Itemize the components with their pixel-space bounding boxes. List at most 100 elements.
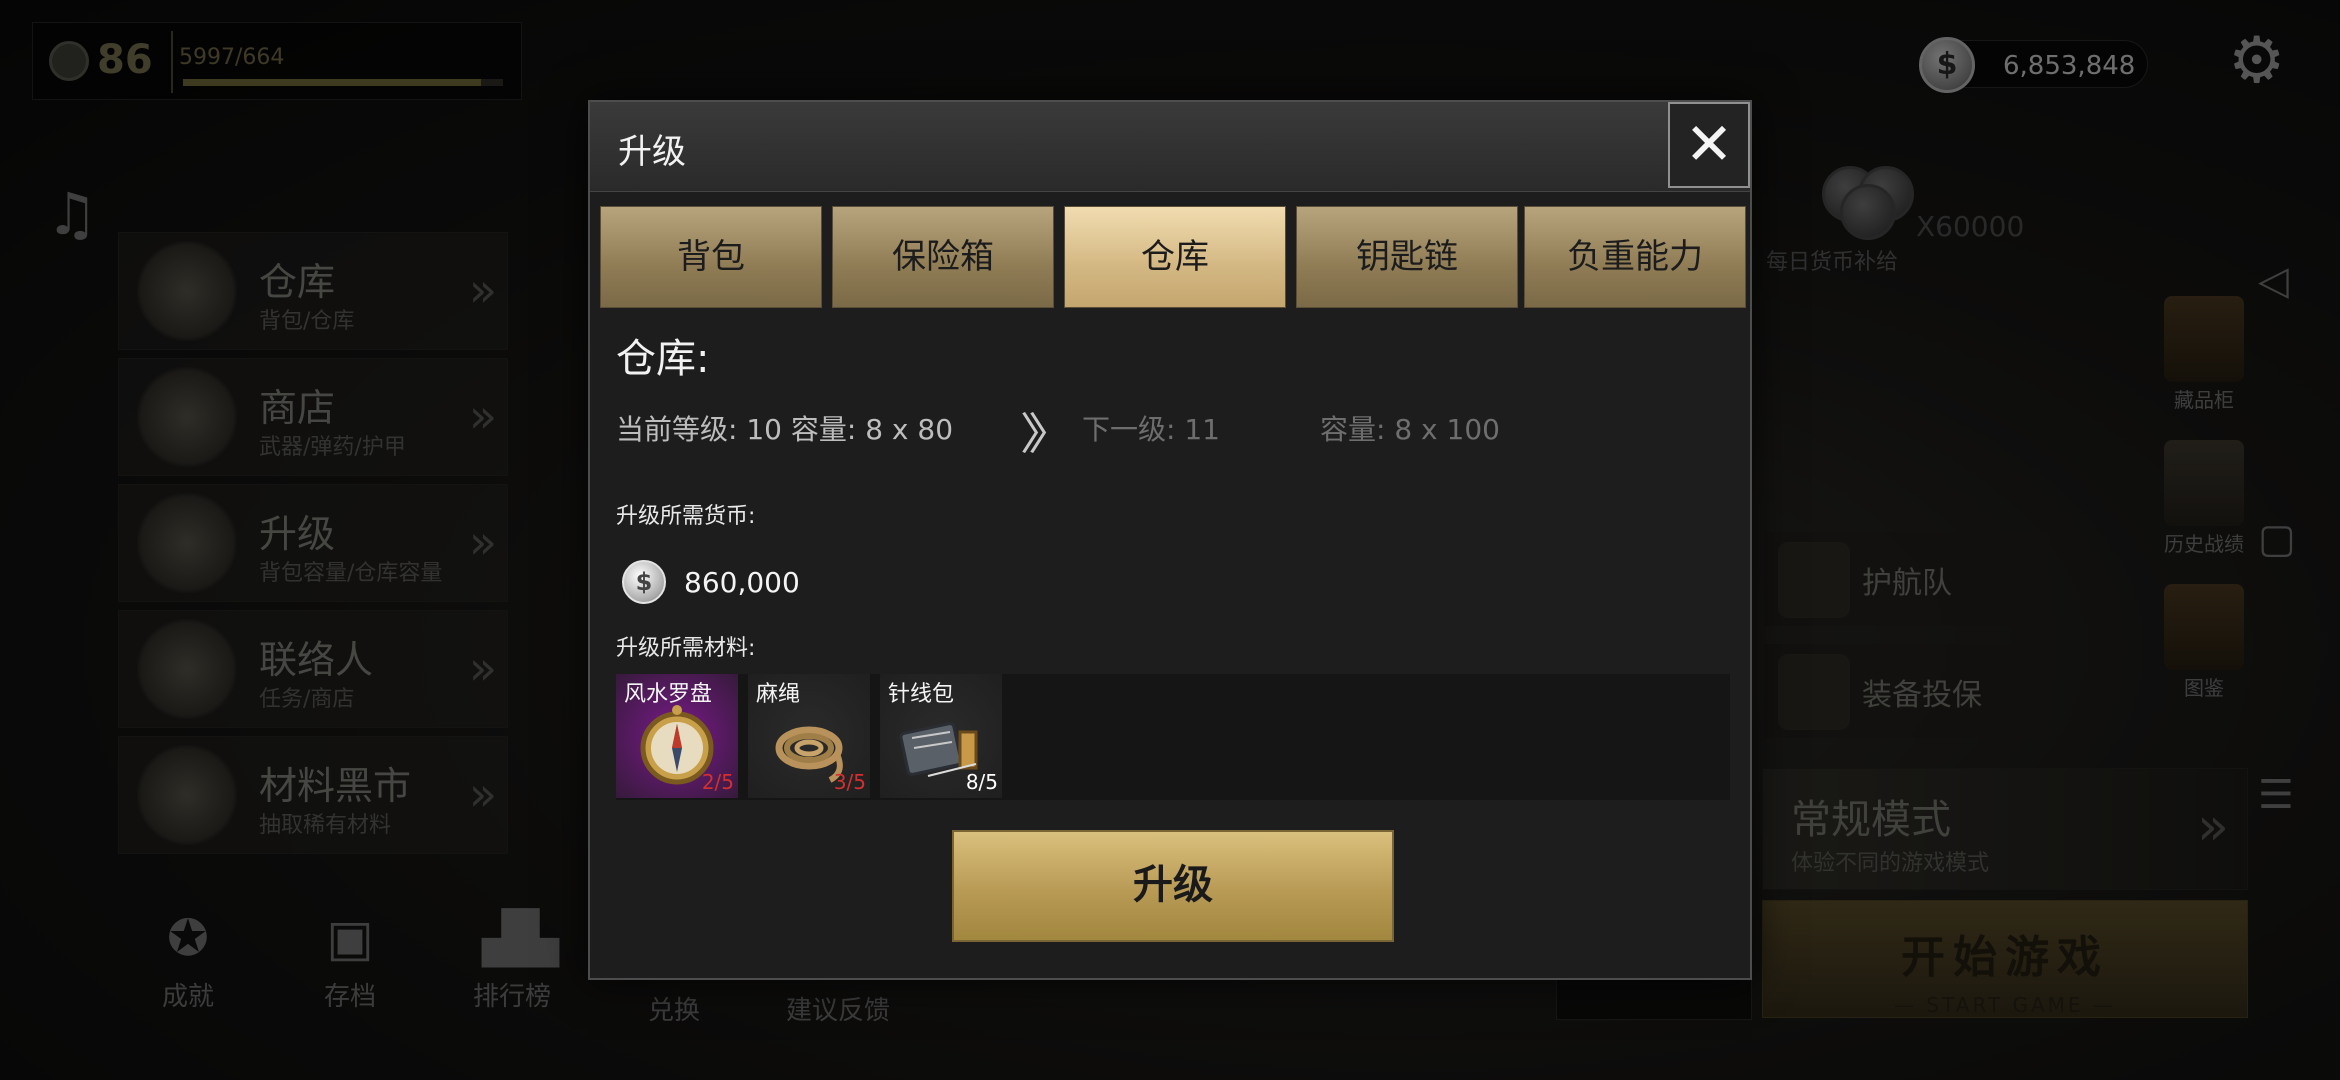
nav-label: 成就	[161, 982, 214, 1012]
armor-icon	[137, 367, 237, 467]
team-card-label: 护航队	[1862, 566, 1952, 601]
coin-icon: $	[1919, 37, 1975, 93]
menu-item-title: 商店	[259, 386, 336, 430]
side-label: 藏品柜	[2174, 388, 2234, 412]
materials-heading: 升级所需材料:	[616, 636, 756, 661]
chevron-right-icon: »	[468, 515, 497, 569]
menu-item-title: 仓库	[259, 260, 336, 304]
mode-subtitle: 体验不同的游戏模式	[1791, 851, 1990, 876]
side-label: 历史战绩	[2164, 532, 2244, 556]
tab-keychain[interactable]: 钥匙链	[1296, 206, 1518, 308]
medal-icon: ✪	[167, 909, 209, 967]
vest-icon	[137, 241, 237, 341]
chevron-right-icon: »	[2197, 797, 2229, 857]
daily-multiplier: X60000	[1916, 210, 2025, 243]
currency-heading: 升级所需货币:	[616, 504, 756, 529]
team-card-label: 装备投保	[1862, 678, 1982, 713]
tab-carry-capacity[interactable]: 负重能力	[1524, 206, 1746, 308]
nav-label: 排行榜	[472, 982, 551, 1012]
level-divider	[171, 31, 173, 93]
menu-item-subtitle: 背包/仓库	[259, 309, 355, 334]
tab-backpack[interactable]: 背包	[600, 206, 822, 308]
start-game-button[interactable]: 开始游戏 — START GAME —	[1762, 900, 2248, 1018]
nav-save[interactable]: ▣ 存档	[290, 910, 410, 1013]
material-compass[interactable]: 风水罗盘 2/5	[616, 674, 738, 798]
materials-list: 风水罗盘 2/5 麻绳 3/5 针线包 8/5	[616, 674, 1730, 800]
next-capacity-info: 容量: 8 x 100	[1320, 413, 1500, 446]
treasure-chest-icon	[137, 745, 237, 845]
upgrade-gear-icon	[137, 493, 237, 593]
menu-item-subtitle: 背包容量/仓库容量	[259, 561, 443, 586]
recent-apps-icon[interactable]: ▢	[2258, 516, 2296, 562]
start-game-title: 开始游戏	[1901, 932, 2109, 983]
double-chevron-right-icon: 〉〉	[1020, 409, 1072, 460]
tab-warehouse[interactable]: 仓库	[1064, 206, 1286, 308]
gear-icon[interactable]: ⚙	[2228, 24, 2285, 98]
menu-item-subtitle: 任务/商店	[259, 687, 355, 712]
player-level: 86	[97, 37, 153, 83]
upgrade-dialog: 升级 ✕ 背包 保险箱 仓库 钥匙链 负重能力 仓库: 当前等级: 10 容量:…	[588, 100, 1752, 980]
menu-item-title: 升级	[259, 512, 336, 556]
side-label: 图鉴	[2184, 676, 2224, 700]
nav-achievements[interactable]: ✪ 成就	[128, 910, 248, 1013]
nav-exchange[interactable]: 兑换	[648, 990, 700, 1027]
cabinet-icon[interactable]	[2164, 296, 2244, 382]
save-icon: ▣	[326, 909, 374, 967]
material-name: 风水罗盘	[624, 682, 713, 707]
currency-cost-amount: 860,000	[684, 566, 800, 599]
material-rope[interactable]: 麻绳 3/5	[748, 674, 870, 798]
xp-bar	[183, 79, 503, 86]
tab-safe[interactable]: 保险箱	[832, 206, 1054, 308]
menu-item-shop[interactable]: 商店 武器/弹药/护甲 »	[118, 358, 508, 476]
menu-item-contacts[interactable]: 联络人 任务/商店 »	[118, 610, 508, 728]
nav-label: 存档	[323, 982, 376, 1012]
upgrade-button[interactable]: 升级	[952, 830, 1394, 942]
escort-team-card[interactable]: 护航队	[1764, 532, 2049, 626]
current-level-info: 当前等级: 10 容量: 8 x 80	[616, 413, 954, 446]
menu-item-warehouse[interactable]: 仓库 背包/仓库 »	[118, 232, 508, 350]
dialog-title: 升级	[618, 132, 686, 172]
book-icon[interactable]	[2164, 584, 2244, 670]
currency-display: $ 6,853,848	[1919, 37, 2148, 93]
material-count: 3/5	[833, 770, 866, 794]
material-name: 麻绳	[756, 682, 801, 707]
menu-item-black-market[interactable]: 材料黑市 抽取稀有材料 »	[118, 736, 508, 854]
material-count: 8/5	[965, 770, 998, 794]
menu-item-title: 材料黑市	[259, 764, 412, 808]
player-level-panel: 86 5997/664	[32, 22, 522, 100]
music-icon[interactable]: ♫	[46, 180, 98, 248]
menu-item-title: 联络人	[259, 638, 374, 682]
coin-icon: $	[622, 560, 666, 604]
contact-icon	[137, 619, 237, 719]
coins-stack-icon[interactable]	[1822, 160, 1926, 240]
nav-leaderboard[interactable]: ▟▙ 排行榜	[452, 910, 572, 1013]
section-title: 仓库:	[616, 336, 710, 382]
game-screen: 86 5997/664 ♫ 仓库 背包/仓库 » 商店 武器/弹药/护甲 » 升…	[0, 0, 2340, 1080]
nav-feedback[interactable]: 建议反馈	[786, 990, 890, 1027]
close-button[interactable]: ✕	[1668, 102, 1750, 188]
menu-icon[interactable]: ☰	[2258, 772, 2294, 818]
escort-icon	[1778, 542, 1850, 618]
chevron-right-icon: »	[468, 389, 497, 443]
currency-amount: 6,853,848	[2003, 51, 2136, 81]
daily-supply-label[interactable]: 每日货币补给	[1766, 244, 1898, 276]
game-mode-card[interactable]: 常规模式 体验不同的游戏模式 »	[1762, 768, 2248, 890]
next-level-info: 下一级: 11	[1082, 413, 1220, 446]
chevron-right-icon: »	[468, 641, 497, 695]
menu-item-subtitle: 武器/弹药/护甲	[259, 435, 406, 460]
back-icon[interactable]: ◁	[2258, 258, 2289, 304]
start-game-subtitle: — START GAME —	[1894, 993, 2116, 1017]
dialog-header: 升级 ✕	[590, 102, 1750, 192]
leaderboard-icon: ▟▙	[482, 909, 559, 967]
material-name: 针线包	[888, 682, 955, 707]
chevron-right-icon: »	[468, 767, 497, 821]
scroll-icon[interactable]	[2164, 440, 2244, 526]
rank-icon	[49, 41, 89, 81]
chevron-right-icon: »	[468, 263, 497, 317]
insurance-card[interactable]: 装备投保	[1764, 644, 2049, 738]
shield-icon	[1778, 654, 1850, 730]
mode-title: 常规模式	[1791, 797, 1951, 843]
menu-item-subtitle: 抽取稀有材料	[259, 813, 392, 838]
material-sewing-kit[interactable]: 针线包 8/5	[880, 674, 1002, 798]
menu-item-upgrade[interactable]: 升级 背包容量/仓库容量 »	[118, 484, 508, 602]
